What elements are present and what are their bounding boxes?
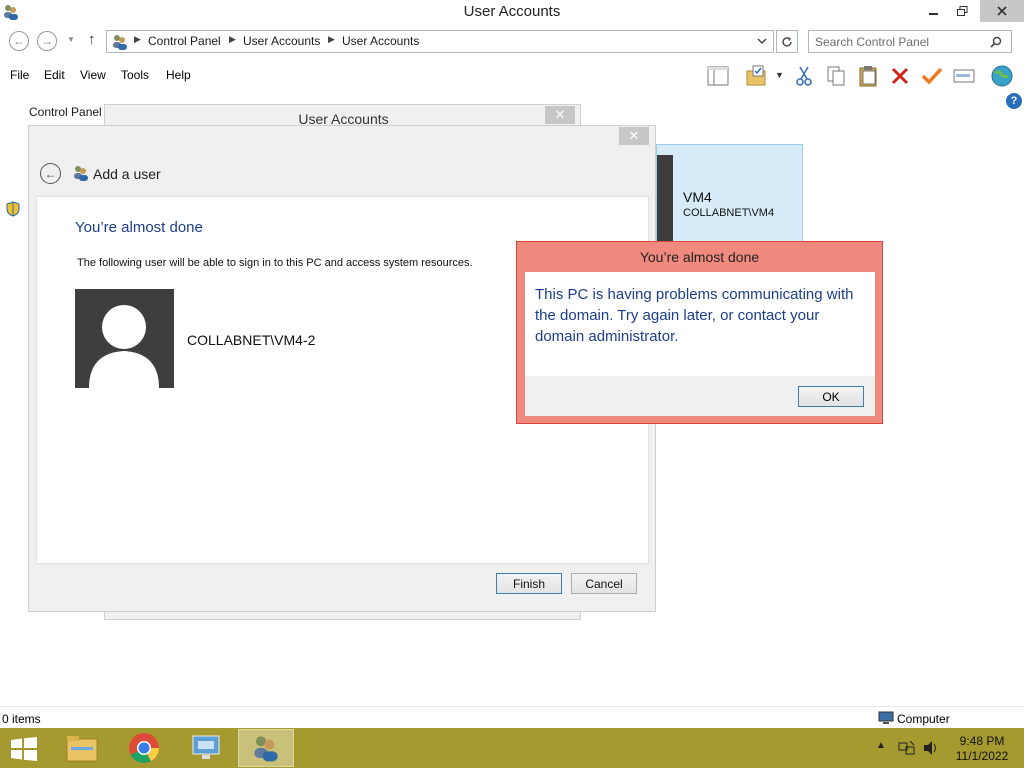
computer-icon — [878, 711, 894, 728]
user-accounts-taskbar-button[interactable] — [238, 729, 294, 767]
search-icon[interactable] — [990, 36, 1018, 51]
dialog-title: You’re almost done — [75, 219, 203, 236]
back-arrow-icon[interactable]: ← — [40, 163, 61, 184]
chevron-right-icon: ▶ — [328, 34, 335, 44]
clock-date: 11/1/2022 — [955, 749, 1009, 763]
show-hidden-icons-icon[interactable]: ▲ — [876, 740, 886, 751]
error-message-box: You’re almost done This PC is having pro… — [516, 241, 883, 424]
dialog-description: The following user will be able to sign … — [77, 257, 473, 269]
chevron-right-icon: ▶ — [229, 34, 236, 44]
search-input[interactable]: Search Control Panel — [808, 30, 1012, 53]
up-button[interactable]: ↑ — [88, 31, 96, 48]
recent-locations-dropdown[interactable]: ▼ — [67, 35, 75, 44]
chevron-down-icon[interactable] — [757, 35, 767, 45]
location-label: Computer — [897, 712, 950, 726]
close-button[interactable] — [980, 0, 1024, 22]
ok-button[interactable]: OK — [798, 386, 864, 407]
volume-icon[interactable] — [922, 740, 940, 759]
cancel-button[interactable]: Cancel — [571, 573, 637, 594]
help-icon[interactable]: ? — [1006, 93, 1022, 109]
network-icon[interactable] — [898, 740, 916, 759]
close-button[interactable]: ✕ — [545, 106, 575, 124]
forward-button[interactable]: → — [37, 31, 57, 51]
close-button[interactable]: ✕ — [619, 127, 649, 145]
user-tile[interactable]: VM4 COLLABNET\VM4 — [656, 144, 803, 242]
restore-button[interactable] — [948, 0, 976, 22]
chrome-icon[interactable] — [116, 729, 172, 767]
message-box-text: This PC is having problems communicating… — [535, 286, 854, 345]
minimize-button[interactable] — [920, 0, 948, 22]
breadcrumb-control-panel[interactable]: Control Panel — [148, 34, 221, 48]
avatar — [657, 155, 673, 241]
globe-icon[interactable] — [990, 64, 1014, 88]
copy-icon[interactable] — [824, 64, 848, 88]
check-icon[interactable] — [920, 64, 944, 88]
breadcrumb-user-accounts-current[interactable]: User Accounts — [342, 34, 419, 48]
layout-pane-icon[interactable] — [706, 64, 730, 88]
remote-desktop-icon[interactable] — [178, 729, 234, 767]
message-box-footer: OK — [525, 376, 875, 416]
menu-tools[interactable]: Tools — [121, 68, 149, 82]
address-bar[interactable]: ▶ Control Panel ▶ User Accounts ▶ User A… — [106, 30, 774, 53]
title-bar: User Accounts — [0, 0, 1024, 24]
menu-view[interactable]: View — [80, 68, 106, 82]
dialog-heading: Add a user — [93, 166, 161, 182]
message-box-body: This PC is having problems communicating… — [525, 272, 875, 376]
message-box-title: You’re almost done — [639, 249, 760, 265]
user-tile-domain: COLLABNET\VM4 — [683, 207, 775, 219]
status-bar: 0 items Computer — [0, 706, 1024, 728]
delete-icon[interactable] — [888, 64, 912, 88]
file-explorer-icon[interactable] — [54, 729, 110, 767]
window-title: User Accounts — [463, 3, 561, 20]
chevron-down-icon[interactable]: ▼ — [775, 70, 784, 80]
user-tile-name: VM4 — [683, 189, 712, 205]
control-panel-link[interactable]: Control Panel — [29, 105, 102, 119]
cut-icon[interactable] — [792, 64, 816, 88]
back-button[interactable]: ← — [9, 31, 29, 51]
folder-check-icon[interactable] — [744, 64, 768, 88]
user-avatar — [75, 289, 174, 388]
menu-edit[interactable]: Edit — [44, 68, 65, 82]
menu-help[interactable]: Help — [166, 68, 191, 82]
item-count: 0 items — [2, 712, 41, 726]
shield-icon — [6, 201, 20, 220]
user-name: COLLABNET\VM4-2 — [187, 332, 316, 348]
finish-button[interactable]: Finish — [496, 573, 562, 594]
chevron-right-icon: ▶ — [134, 34, 141, 44]
menu-bar: File Edit View Tools Help ▼ — [0, 58, 1024, 90]
menu-file[interactable]: File — [10, 68, 29, 82]
breadcrumb-user-accounts[interactable]: User Accounts — [243, 34, 320, 48]
paste-icon[interactable] — [856, 64, 880, 88]
properties-icon[interactable] — [952, 64, 976, 88]
clock[interactable]: 9:48 PM 11/1/2022 — [952, 734, 1012, 764]
refresh-button[interactable] — [776, 30, 798, 53]
user-accounts-icon — [72, 164, 90, 185]
navigation-bar: ← → ▼ ↑ ▶ Control Panel ▶ User Accounts … — [0, 26, 1024, 56]
taskbar: ▲ 9:48 PM 11/1/2022 — [0, 728, 1024, 768]
user-accounts-icon — [111, 33, 129, 51]
clock-time: 9:48 PM — [959, 734, 1005, 748]
windows-start-icon[interactable] — [10, 737, 38, 764]
